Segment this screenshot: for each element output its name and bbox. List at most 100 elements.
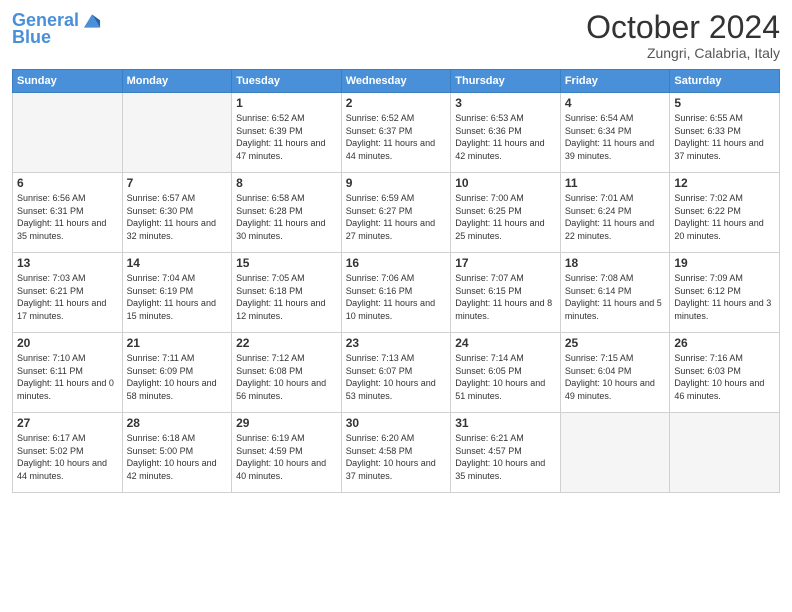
header-day-monday: Monday bbox=[122, 70, 232, 93]
calendar-cell: 28Sunrise: 6:18 AM Sunset: 5:00 PM Dayli… bbox=[122, 413, 232, 493]
day-number: 2 bbox=[346, 96, 447, 110]
day-number: 19 bbox=[674, 256, 775, 270]
header-day-sunday: Sunday bbox=[13, 70, 123, 93]
day-info: Sunrise: 6:52 AM Sunset: 6:39 PM Dayligh… bbox=[236, 112, 337, 162]
day-info: Sunrise: 7:03 AM Sunset: 6:21 PM Dayligh… bbox=[17, 272, 118, 322]
day-info: Sunrise: 6:56 AM Sunset: 6:31 PM Dayligh… bbox=[17, 192, 118, 242]
day-number: 12 bbox=[674, 176, 775, 190]
day-number: 16 bbox=[346, 256, 447, 270]
day-number: 24 bbox=[455, 336, 556, 350]
day-info: Sunrise: 6:55 AM Sunset: 6:33 PM Dayligh… bbox=[674, 112, 775, 162]
day-info: Sunrise: 7:10 AM Sunset: 6:11 PM Dayligh… bbox=[17, 352, 118, 402]
day-number: 25 bbox=[565, 336, 666, 350]
calendar-cell: 2Sunrise: 6:52 AM Sunset: 6:37 PM Daylig… bbox=[341, 93, 451, 173]
day-number: 31 bbox=[455, 416, 556, 430]
calendar-cell: 9 Sunrise: 6:59 AM Sunset: 6:27 PM Daylig… bbox=[341, 173, 451, 253]
week-row-5: 27 Sunrise: 6:17 AM Sunset: 5:02 PM Dayli… bbox=[13, 413, 780, 493]
calendar-cell: 3Sunrise: 6:53 AM Sunset: 6:36 PM Daylig… bbox=[451, 93, 561, 173]
day-info: Sunrise: 6:20 AM Sunset: 4:58 PM Dayligh… bbox=[346, 432, 447, 482]
day-number: 9 bbox=[346, 176, 447, 190]
day-info: Sunrise: 7:11 AM Sunset: 6:09 PM Dayligh… bbox=[127, 352, 228, 402]
day-info: Sunrise: 7:07 AM Sunset: 6:15 PM Dayligh… bbox=[455, 272, 556, 322]
day-info: Sunrise: 7:08 AM Sunset: 6:14 PM Dayligh… bbox=[565, 272, 666, 322]
day-info: Sunrise: 7:02 AM Sunset: 6:22 PM Dayligh… bbox=[674, 192, 775, 242]
calendar-cell: 19 Sunrise: 7:09 AM Sunset: 6:12 PM Dayli… bbox=[670, 253, 780, 333]
calendar-cell: 14 Sunrise: 7:04 AM Sunset: 6:19 PM Dayli… bbox=[122, 253, 232, 333]
day-number: 20 bbox=[17, 336, 118, 350]
day-info: Sunrise: 6:17 AM Sunset: 5:02 PM Dayligh… bbox=[17, 432, 118, 482]
calendar-cell bbox=[13, 93, 123, 173]
day-info: Sunrise: 6:57 AM Sunset: 6:30 PM Dayligh… bbox=[127, 192, 228, 242]
calendar-cell: 21 Sunrise: 7:11 AM Sunset: 6:09 PM Dayli… bbox=[122, 333, 232, 413]
day-info: Sunrise: 6:18 AM Sunset: 5:00 PM Dayligh… bbox=[127, 432, 228, 482]
day-number: 10 bbox=[455, 176, 556, 190]
calendar-cell: 7 Sunrise: 6:57 AM Sunset: 6:30 PM Daylig… bbox=[122, 173, 232, 253]
calendar-cell: 20 Sunrise: 7:10 AM Sunset: 6:11 PM Dayli… bbox=[13, 333, 123, 413]
day-number: 5 bbox=[674, 96, 775, 110]
day-info: Sunrise: 7:15 AM Sunset: 6:04 PM Dayligh… bbox=[565, 352, 666, 402]
calendar-cell: 30 Sunrise: 6:20 AM Sunset: 4:58 PM Dayli… bbox=[341, 413, 451, 493]
week-row-1: 1 Sunrise: 6:52 AM Sunset: 6:39 PM Daylig… bbox=[13, 93, 780, 173]
calendar-cell: 4Sunrise: 6:54 AM Sunset: 6:34 PM Daylig… bbox=[560, 93, 670, 173]
day-info: Sunrise: 7:09 AM Sunset: 6:12 PM Dayligh… bbox=[674, 272, 775, 322]
day-number: 11 bbox=[565, 176, 666, 190]
calendar-cell: 11 Sunrise: 7:01 AM Sunset: 6:24 PM Dayli… bbox=[560, 173, 670, 253]
calendar-cell: 13 Sunrise: 7:03 AM Sunset: 6:21 PM Dayli… bbox=[13, 253, 123, 333]
day-number: 22 bbox=[236, 336, 337, 350]
main-container: General Blue October 2024 Zungri, Calabr… bbox=[0, 0, 792, 501]
day-number: 26 bbox=[674, 336, 775, 350]
logo: General Blue bbox=[12, 10, 103, 48]
day-number: 30 bbox=[346, 416, 447, 430]
day-number: 1 bbox=[236, 96, 337, 110]
day-info: Sunrise: 6:59 AM Sunset: 6:27 PM Dayligh… bbox=[346, 192, 447, 242]
calendar-cell: 25 Sunrise: 7:15 AM Sunset: 6:04 PM Dayli… bbox=[560, 333, 670, 413]
calendar-cell: 23Sunrise: 7:13 AM Sunset: 6:07 PM Dayli… bbox=[341, 333, 451, 413]
day-info: Sunrise: 7:12 AM Sunset: 6:08 PM Dayligh… bbox=[236, 352, 337, 402]
calendar-cell bbox=[670, 413, 780, 493]
calendar-cell: 8Sunrise: 6:58 AM Sunset: 6:28 PM Daylig… bbox=[232, 173, 342, 253]
day-number: 18 bbox=[565, 256, 666, 270]
header-day-saturday: Saturday bbox=[670, 70, 780, 93]
header-day-friday: Friday bbox=[560, 70, 670, 93]
calendar-cell: 6 Sunrise: 6:56 AM Sunset: 6:31 PM Daylig… bbox=[13, 173, 123, 253]
calendar-table: SundayMondayTuesdayWednesdayThursdayFrid… bbox=[12, 69, 780, 493]
header: General Blue October 2024 Zungri, Calabr… bbox=[12, 10, 780, 61]
day-number: 29 bbox=[236, 416, 337, 430]
day-number: 7 bbox=[127, 176, 228, 190]
logo-text-blue: Blue bbox=[12, 28, 51, 48]
header-day-tuesday: Tuesday bbox=[232, 70, 342, 93]
week-row-3: 13 Sunrise: 7:03 AM Sunset: 6:21 PM Dayli… bbox=[13, 253, 780, 333]
calendar-cell: 16Sunrise: 7:06 AM Sunset: 6:16 PM Dayli… bbox=[341, 253, 451, 333]
calendar-cell: 22 Sunrise: 7:12 AM Sunset: 6:08 PM Dayli… bbox=[232, 333, 342, 413]
day-info: Sunrise: 7:00 AM Sunset: 6:25 PM Dayligh… bbox=[455, 192, 556, 242]
day-number: 21 bbox=[127, 336, 228, 350]
day-info: Sunrise: 6:19 AM Sunset: 4:59 PM Dayligh… bbox=[236, 432, 337, 482]
calendar-header-row: SundayMondayTuesdayWednesdayThursdayFrid… bbox=[13, 70, 780, 93]
calendar-cell: 18 Sunrise: 7:08 AM Sunset: 6:14 PM Dayli… bbox=[560, 253, 670, 333]
day-number: 6 bbox=[17, 176, 118, 190]
day-info: Sunrise: 6:54 AM Sunset: 6:34 PM Dayligh… bbox=[565, 112, 666, 162]
day-info: Sunrise: 7:04 AM Sunset: 6:19 PM Dayligh… bbox=[127, 272, 228, 322]
day-number: 14 bbox=[127, 256, 228, 270]
title-section: October 2024 Zungri, Calabria, Italy bbox=[586, 10, 780, 61]
calendar-cell bbox=[122, 93, 232, 173]
calendar-cell: 27 Sunrise: 6:17 AM Sunset: 5:02 PM Dayli… bbox=[13, 413, 123, 493]
calendar-cell: 26Sunrise: 7:16 AM Sunset: 6:03 PM Dayli… bbox=[670, 333, 780, 413]
calendar-cell bbox=[560, 413, 670, 493]
logo-icon bbox=[81, 10, 103, 32]
header-day-thursday: Thursday bbox=[451, 70, 561, 93]
day-info: Sunrise: 7:14 AM Sunset: 6:05 PM Dayligh… bbox=[455, 352, 556, 402]
week-row-2: 6 Sunrise: 6:56 AM Sunset: 6:31 PM Daylig… bbox=[13, 173, 780, 253]
day-number: 23 bbox=[346, 336, 447, 350]
calendar-cell: 31 Sunrise: 6:21 AM Sunset: 4:57 PM Dayli… bbox=[451, 413, 561, 493]
calendar-cell: 10 Sunrise: 7:00 AM Sunset: 6:25 PM Dayli… bbox=[451, 173, 561, 253]
calendar-cell: 15Sunrise: 7:05 AM Sunset: 6:18 PM Dayli… bbox=[232, 253, 342, 333]
day-number: 27 bbox=[17, 416, 118, 430]
calendar-cell: 29 Sunrise: 6:19 AM Sunset: 4:59 PM Dayli… bbox=[232, 413, 342, 493]
day-info: Sunrise: 6:21 AM Sunset: 4:57 PM Dayligh… bbox=[455, 432, 556, 482]
week-row-4: 20 Sunrise: 7:10 AM Sunset: 6:11 PM Dayli… bbox=[13, 333, 780, 413]
day-info: Sunrise: 7:01 AM Sunset: 6:24 PM Dayligh… bbox=[565, 192, 666, 242]
header-day-wednesday: Wednesday bbox=[341, 70, 451, 93]
day-number: 3 bbox=[455, 96, 556, 110]
day-number: 13 bbox=[17, 256, 118, 270]
